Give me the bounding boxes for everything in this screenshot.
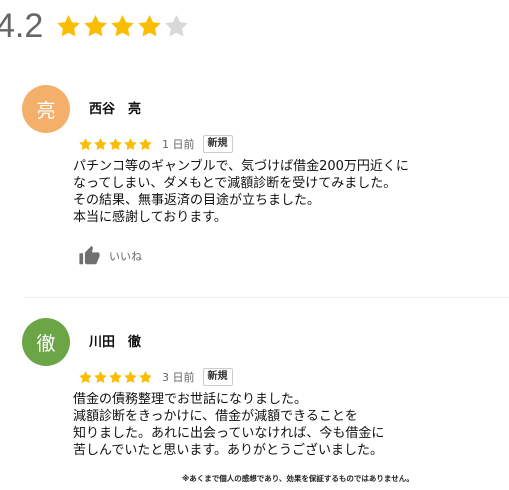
- star-icon: [57, 14, 81, 36]
- reviewer-name[interactable]: 西谷 亮: [89, 98, 141, 117]
- star-icon: [124, 370, 137, 383]
- review-text-line: パチンコ等のギャンブルで、気づけば借金200万円近くに: [73, 159, 409, 174]
- star-icon: [94, 370, 107, 383]
- like-button[interactable]: いいね: [78, 245, 142, 267]
- star-icon: [109, 370, 122, 383]
- review-stars: [78, 137, 153, 152]
- star-icon: [124, 137, 137, 150]
- avatar[interactable]: 亮: [22, 85, 70, 133]
- average-rating: 4.2: [0, 6, 44, 45]
- review-text-line: 知りました。あれに出会っていなければ、今も借金に: [73, 426, 385, 441]
- reviewer-name[interactable]: 川田 徹: [89, 331, 141, 350]
- thumbs-up-icon: [79, 245, 100, 265]
- review-text-line: 借金の債務整理でお世話になりました。: [73, 392, 308, 407]
- review-date: 3 日前: [162, 371, 195, 384]
- new-badge: 新規: [202, 135, 233, 153]
- review-meta: 3 日前 新規: [78, 368, 233, 386]
- star-icon: [111, 14, 135, 36]
- review-meta: 1 日前 新規: [78, 135, 233, 153]
- avatar-initial: 徹: [36, 332, 56, 355]
- star-icon: [79, 137, 92, 150]
- summary-stars: [55, 13, 190, 40]
- divider: [24, 297, 509, 298]
- review-text-line: 苦しんでいたと思います。ありがとうございました。: [73, 443, 384, 458]
- review-text-line: 本当に感謝しております。: [73, 210, 227, 225]
- star-icon: [139, 370, 152, 383]
- rating-summary: 4.2: [0, 4, 190, 48]
- review-text-line: その結果、無事返済の目途が立ちました。: [73, 193, 321, 208]
- avatar[interactable]: 徹: [22, 318, 70, 366]
- disclaimer: ※あくまで個人の感想であり、効果を保証するものではありません。: [182, 474, 414, 483]
- review-text-line: なってしまい、ダメもとで減額診断を受けてみました。: [73, 176, 397, 191]
- review-date: 1 日前: [162, 138, 195, 151]
- review-text: 借金の債務整理でお世話になりました。 減額診断をきっかけに、借金が減額できること…: [73, 391, 384, 459]
- star-icon: [138, 14, 162, 36]
- new-badge: 新規: [202, 368, 233, 386]
- review-text-line: 減額診断をきっかけに、借金が減額できることを: [73, 409, 358, 424]
- review-text: パチンコ等のギャンブルで、気づけば借金200万円近くに なってしまい、ダメもとで…: [73, 158, 409, 226]
- star-icon: [139, 137, 152, 150]
- star-icon: [165, 14, 189, 36]
- avatar-initial: 亮: [36, 99, 56, 122]
- star-icon: [109, 137, 122, 150]
- like-label: いいね: [109, 250, 142, 263]
- star-icon: [79, 370, 92, 383]
- star-icon: [94, 137, 107, 150]
- review-stars: [78, 370, 153, 385]
- star-icon: [84, 14, 108, 36]
